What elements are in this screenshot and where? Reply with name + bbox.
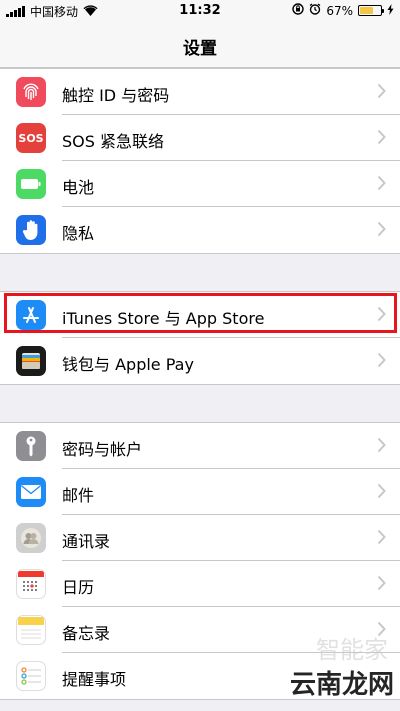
battery-percent: 67% xyxy=(326,3,353,18)
orientation-lock-icon xyxy=(292,3,305,18)
key-icon xyxy=(16,431,46,461)
contacts-icon xyxy=(16,523,46,553)
chevron-right-icon xyxy=(377,437,386,453)
settings-row-privacy[interactable]: 隐私 xyxy=(0,207,400,253)
highlight-box xyxy=(4,293,397,333)
settings-row-wallet[interactable]: 钱包与 Apple Pay xyxy=(0,338,400,384)
chevron-right-icon xyxy=(377,83,386,99)
sos-icon: SOS xyxy=(16,123,46,153)
settings-row-label: 电池 xyxy=(62,178,95,197)
battery-indicator-icon xyxy=(358,5,384,16)
settings-row-touch-id[interactable]: 触控 ID 与密码 xyxy=(0,69,400,115)
settings-row-label: 通讯录 xyxy=(62,532,111,551)
settings-row-label: 密码与帐户 xyxy=(62,440,143,459)
calendar-icon xyxy=(16,569,46,599)
page-title: 设置 xyxy=(183,39,217,59)
fingerprint-icon xyxy=(16,77,46,107)
mail-icon xyxy=(16,477,46,507)
settings-row-label: 日历 xyxy=(62,578,95,597)
settings-row-label: 隐私 xyxy=(62,224,95,243)
chevron-right-icon xyxy=(377,221,386,237)
watermark-logo: 云南龙网 xyxy=(289,670,394,700)
settings-row-label: 钱包与 Apple Pay xyxy=(62,355,194,374)
chevron-right-icon xyxy=(377,129,386,145)
chevron-right-icon xyxy=(377,529,386,545)
settings-row-passwords-accounts[interactable]: 密码与帐户 xyxy=(0,423,400,469)
battery-icon xyxy=(16,169,46,199)
settings-row-label: 邮件 xyxy=(62,486,95,505)
chevron-right-icon xyxy=(377,175,386,191)
notes-icon xyxy=(16,615,46,645)
chevron-right-icon xyxy=(377,575,386,591)
settings-group-security: 触控 ID 与密码 SOS SOS 紧急联络 电池 隐私 xyxy=(0,68,400,254)
settings-row-contacts[interactable]: 通讯录 xyxy=(0,515,400,561)
status-bar: 中国移动 11:32 67% xyxy=(0,0,400,22)
wallet-icon xyxy=(16,346,46,376)
settings-row-label: 提醒事项 xyxy=(62,670,127,689)
settings-row-label: 备忘录 xyxy=(62,624,111,643)
settings-row-calendar[interactable]: 日历 xyxy=(0,561,400,607)
hand-icon xyxy=(16,215,46,245)
chevron-right-icon xyxy=(377,483,386,499)
navigation-bar: 设置 xyxy=(0,22,400,68)
settings-row-label: SOS 紧急联络 xyxy=(62,132,164,151)
settings-row-label: 触控 ID 与密码 xyxy=(62,86,170,105)
settings-row-battery[interactable]: 电池 xyxy=(0,161,400,207)
reminders-icon xyxy=(16,661,46,691)
watermark-faint: 智能家 xyxy=(316,636,388,664)
settings-row-mail[interactable]: 邮件 xyxy=(0,469,400,515)
settings-row-emergency-sos[interactable]: SOS SOS 紧急联络 xyxy=(0,115,400,161)
status-right: 67% xyxy=(292,3,394,18)
charging-bolt-icon xyxy=(387,3,394,18)
chevron-right-icon xyxy=(377,352,386,368)
alarm-icon xyxy=(309,3,321,18)
